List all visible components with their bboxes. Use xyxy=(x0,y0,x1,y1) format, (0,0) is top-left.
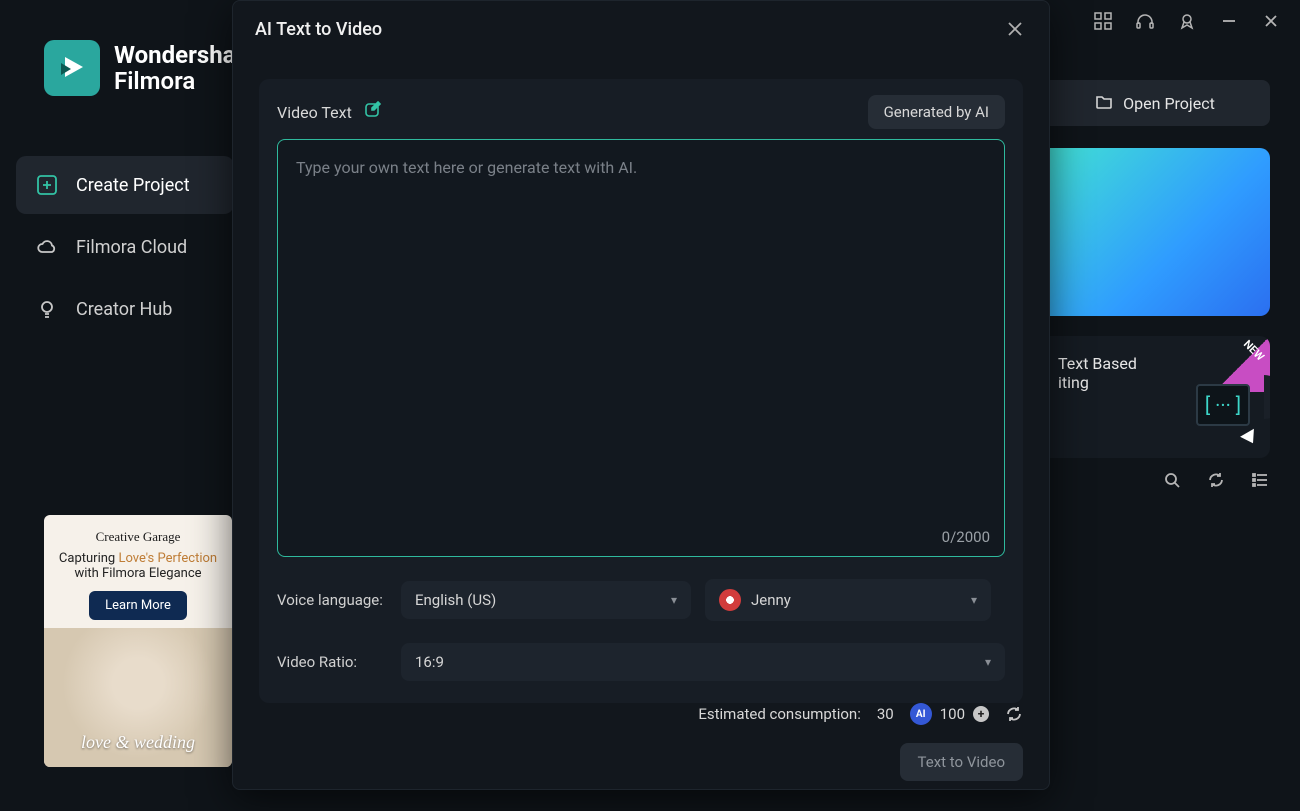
promo-subline: with Filmora Elegance xyxy=(59,566,217,581)
estimated-consumption-value: 30 xyxy=(877,705,894,723)
promo-script: Creative Garage xyxy=(59,529,217,545)
brand-line1: Wondersha xyxy=(114,42,236,68)
open-project-label: Open Project xyxy=(1123,94,1215,113)
promo-overlay-text: love & wedding xyxy=(44,732,232,753)
char-count: 0/2000 xyxy=(942,528,990,546)
learn-more-button[interactable]: Learn More xyxy=(89,591,187,620)
ai-credits-badge-icon: AI xyxy=(910,703,932,725)
voice-avatar-icon xyxy=(719,589,741,611)
promo-headline: Capturing Love's Perfection xyxy=(59,551,217,566)
refresh-list-icon[interactable] xyxy=(1206,470,1226,490)
modal-title: AI Text to Video xyxy=(255,19,382,40)
cursor-icon xyxy=(1240,429,1260,447)
apps-icon[interactable] xyxy=(1094,12,1112,30)
sidebar-item-label: Create Project xyxy=(76,175,190,196)
voice-language-value: English (US) xyxy=(415,591,496,609)
sidebar: Wondersha Filmora Create Project Filmora… xyxy=(0,0,250,811)
add-credits-button[interactable]: + xyxy=(973,706,989,722)
ai-text-to-video-modal: AI Text to Video Video Text Generated by… xyxy=(232,0,1050,790)
voice-select[interactable]: Jenny ▾ xyxy=(705,579,991,621)
promo-image: love & wedding xyxy=(44,628,232,767)
search-icon[interactable] xyxy=(1162,470,1182,490)
voice-language-label: Voice language: xyxy=(277,591,387,609)
plus-square-icon xyxy=(36,174,58,196)
feature-title-l2: iting xyxy=(1058,373,1089,392)
credits-value: 100 xyxy=(940,705,965,723)
text-to-video-button[interactable]: Text to Video xyxy=(900,743,1023,781)
list-view-icon[interactable] xyxy=(1250,470,1270,490)
bulb-icon xyxy=(36,298,58,320)
voice-name: Jenny xyxy=(751,591,791,609)
chevron-down-icon: ▾ xyxy=(971,593,977,607)
video-ratio-select[interactable]: 16:9 ▾ xyxy=(401,643,1005,681)
chevron-down-icon: ▾ xyxy=(671,593,677,607)
video-text-panel: Video Text Generated by AI 0/2000 Voice … xyxy=(259,79,1023,703)
chevron-down-icon: ▾ xyxy=(985,655,991,669)
sidebar-item-label: Filmora Cloud xyxy=(76,237,187,258)
video-ratio-value: 16:9 xyxy=(415,653,444,671)
logo-icon xyxy=(44,40,100,96)
estimated-consumption-label: Estimated consumption: xyxy=(698,705,860,723)
brand-line2: Filmora xyxy=(114,68,236,94)
open-project-button[interactable]: Open Project xyxy=(1040,80,1270,126)
video-ratio-label: Video Ratio: xyxy=(277,653,387,671)
video-text-label: Video Text xyxy=(277,103,352,122)
voice-language-select[interactable]: English (US) ▾ xyxy=(401,581,691,619)
close-window-icon[interactable] xyxy=(1262,12,1280,30)
preview-gradient-card[interactable] xyxy=(1040,148,1270,316)
sidebar-item-filmora-cloud[interactable]: Filmora Cloud xyxy=(16,218,234,276)
refresh-icon[interactable] xyxy=(1005,705,1023,723)
video-text-input[interactable] xyxy=(278,140,1004,556)
text-editing-icon: [ ··· ] xyxy=(1196,384,1250,426)
generated-by-ai-button[interactable]: Generated by AI xyxy=(868,95,1005,129)
feature-title-l1: Text Based xyxy=(1058,354,1137,373)
medal-icon[interactable] xyxy=(1178,12,1196,30)
sidebar-item-creator-hub[interactable]: Creator Hub xyxy=(16,280,234,338)
feature-card-text-editing[interactable]: NEW Text Based iting [ ··· ] xyxy=(1040,336,1270,458)
edit-sparkle-icon[interactable] xyxy=(364,100,384,124)
carousel-next-button[interactable] xyxy=(1264,375,1270,419)
folder-icon xyxy=(1095,92,1113,114)
sidebar-item-label: Creator Hub xyxy=(76,299,172,320)
minimize-icon[interactable] xyxy=(1220,12,1238,30)
headphones-icon[interactable] xyxy=(1136,12,1154,30)
sidebar-item-create-project[interactable]: Create Project xyxy=(16,156,234,214)
promo-card[interactable]: Creative Garage Capturing Love's Perfect… xyxy=(44,515,232,767)
video-text-area-wrap: 0/2000 xyxy=(277,139,1005,557)
cloud-icon xyxy=(36,236,58,258)
close-icon[interactable] xyxy=(1003,17,1027,41)
app-logo: Wondersha Filmora xyxy=(0,40,250,96)
